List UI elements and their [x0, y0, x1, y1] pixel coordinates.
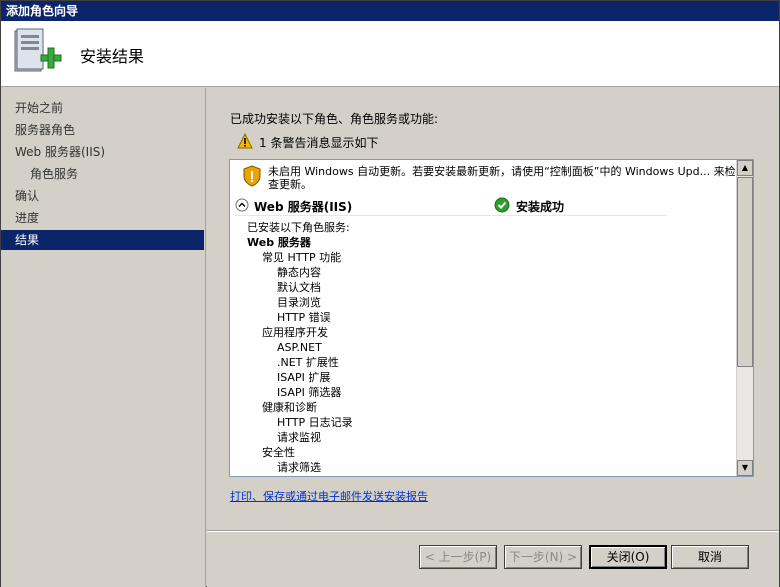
windows-update-warning-text: 未启用 Windows 自动更新。若要安装最新更新，请使用“控制面板”中的 Wi… — [268, 165, 736, 191]
results-intro-text: 已成功安装以下角色、角色服务或功能: — [230, 112, 439, 126]
add-roles-wizard-window: 添加角色向导 安装结果 开始之前 服务器角色 Web 服务器(IIS) 角色服务… — [0, 0, 780, 587]
role-status-text: 安装成功 — [516, 200, 565, 214]
scroll-up-button[interactable]: ▲ — [737, 160, 753, 176]
list-item: HTTP 日志记录 — [277, 416, 353, 429]
warning-summary-text: 1 条警告消息显示如下 — [259, 135, 379, 150]
scroll-thumb[interactable] — [737, 177, 753, 367]
sidebar-item-progress[interactable]: 进度 — [1, 208, 204, 228]
installed-services-tree: 已安装以下角色服务: Web 服务器 常见 HTTP 功能 静态内容 默认文档 … — [247, 220, 353, 475]
list-item: 安全性 — [262, 446, 295, 459]
wizard-content: 已成功安装以下角色、角色服务或功能: 1 条警告消息显示如下 未启用 Windo… — [207, 88, 779, 587]
wizard-steps-sidebar: 开始之前 服务器角色 Web 服务器(IIS) 角色服务 确认 进度 结果 — [1, 88, 206, 587]
list-item: 请求监视 — [277, 431, 321, 444]
list-item: 常见 HTTP 功能 — [262, 251, 342, 264]
print-report-link[interactable]: 打印、保存或通过电子邮件发送安装报告 — [230, 488, 428, 504]
sidebar-item-before-you-begin[interactable]: 开始之前 — [1, 98, 204, 118]
success-check-icon — [494, 197, 510, 216]
installation-results-panel[interactable]: 未启用 Windows 自动更新。若要安装最新更新，请使用“控制面板”中的 Wi… — [229, 159, 754, 477]
sidebar-item-web-server-iis[interactable]: Web 服务器(IIS) — [1, 142, 204, 162]
warning-triangle-icon — [237, 132, 253, 152]
vertical-scrollbar[interactable]: ▲ ▼ — [736, 160, 753, 476]
collapse-chevron-icon[interactable] — [235, 198, 249, 215]
scroll-down-button[interactable]: ▼ — [737, 460, 753, 476]
role-name: Web 服务器(IIS) — [254, 200, 353, 214]
list-item: 请求筛选 — [277, 461, 321, 474]
window-title-bar[interactable]: 添加角色向导 — [1, 1, 779, 21]
previous-button[interactable]: < 上一步(P) — [419, 545, 497, 569]
list-item: .NET 扩展性 — [277, 356, 339, 369]
cancel-button[interactable]: 取消 — [671, 545, 749, 569]
list-item: 应用程序开发 — [262, 326, 328, 339]
windows-update-warning: 未启用 Windows 自动更新。若要安装最新更新，请使用“控制面板”中的 Wi… — [242, 165, 737, 191]
list-item: Web 服务器 — [247, 236, 311, 249]
list-item: 静态内容 — [277, 266, 321, 279]
role-result-row: Web 服务器(IIS) 安装成功 — [235, 197, 667, 216]
close-button[interactable]: 关闭(O) — [589, 545, 667, 569]
warning-summary: 1 条警告消息显示如下 — [237, 132, 378, 152]
sidebar-item-server-roles[interactable]: 服务器角色 — [1, 120, 204, 140]
footer-divider — [207, 530, 779, 532]
sidebar-item-confirmation[interactable]: 确认 — [1, 186, 204, 206]
page-title: 安装结果 — [80, 47, 145, 66]
sidebar-item-results[interactable]: 结果 — [1, 230, 204, 250]
list-item: ISAPI 扩展 — [277, 371, 331, 384]
list-item: 目录浏览 — [277, 296, 321, 309]
list-item: 默认文档 — [277, 281, 321, 294]
list-item: 健康和诊断 — [262, 401, 317, 414]
server-add-icon — [11, 27, 63, 79]
list-item: ISAPI 筛选器 — [277, 386, 342, 399]
next-button[interactable]: 下一步(N) > — [504, 545, 582, 569]
sidebar-item-role-services[interactable]: 角色服务 — [1, 164, 204, 184]
list-item: ASP.NET — [277, 341, 322, 354]
role-status: 安装成功 — [494, 197, 564, 216]
shield-warning-icon — [242, 165, 262, 191]
list-item: HTTP 错误 — [277, 311, 331, 324]
list-item: 已安装以下角色服务: — [247, 221, 350, 234]
wizard-header: 安装结果 — [1, 21, 779, 87]
